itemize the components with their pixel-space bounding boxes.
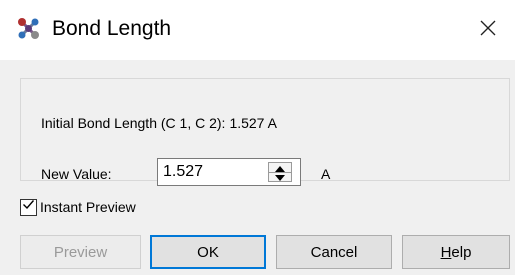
ok-button[interactable]: OK xyxy=(150,235,266,269)
molecule-icon xyxy=(16,16,42,42)
close-button[interactable] xyxy=(470,12,506,48)
preview-button-label: Preview xyxy=(53,243,108,261)
preview-button[interactable]: Preview xyxy=(20,235,141,269)
instant-preview-checkbox[interactable] xyxy=(20,198,37,216)
cancel-button-label: Cancel xyxy=(310,243,358,261)
help-button[interactable]: Help xyxy=(402,235,510,269)
checkmark-icon xyxy=(22,198,35,216)
help-accelerator: H xyxy=(440,243,452,261)
new-value-input[interactable] xyxy=(163,163,253,181)
spin-buttons xyxy=(268,162,292,182)
initial-bond-length-value: 1.527 A xyxy=(229,115,277,131)
instant-preview-label: Instant Preview xyxy=(40,199,136,215)
close-icon xyxy=(479,19,497,42)
help-button-label: Help xyxy=(441,244,472,261)
bond-info-group: Initial Bond Length (C 1, C 2): 1.527 A N… xyxy=(20,78,510,186)
cancel-button[interactable]: Cancel xyxy=(276,235,392,269)
dialog-title: Bond Length xyxy=(52,17,172,40)
initial-bond-length-label: Initial Bond Length (C 1, C 2): xyxy=(41,115,226,131)
help-label-rest: elp xyxy=(451,243,472,261)
arrow-down-icon xyxy=(275,168,285,186)
initial-bond-length-row: Initial Bond Length (C 1, C 2): 1.527 A xyxy=(41,114,277,132)
title-bar: Bond Length xyxy=(0,0,515,60)
spin-down-button[interactable] xyxy=(269,172,291,181)
instant-preview-row[interactable]: Instant Preview xyxy=(20,198,136,216)
ok-button-label: OK xyxy=(197,243,219,261)
dialog-body: Initial Bond Length (C 1, C 2): 1.527 A N… xyxy=(0,60,515,275)
new-value-spinbox[interactable] xyxy=(157,158,301,186)
unit-label: A xyxy=(321,166,331,182)
new-value-label: New Value: xyxy=(41,166,112,182)
